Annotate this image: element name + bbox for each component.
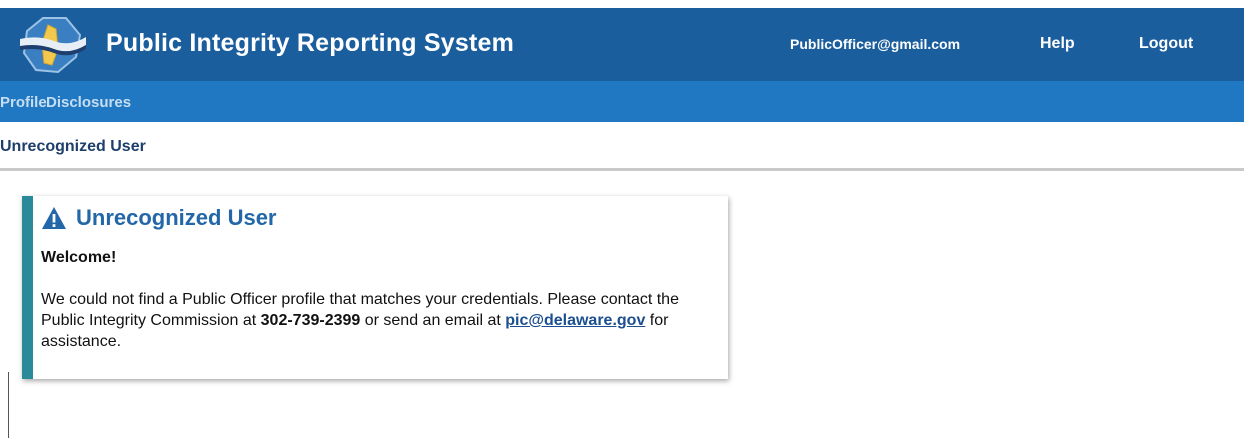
alert-heading: Unrecognized User bbox=[41, 205, 277, 231]
contact-email-link[interactable]: pic@delaware.gov bbox=[505, 312, 645, 329]
help-link[interactable]: Help bbox=[1040, 35, 1075, 53]
contact-phone: 302-739-2399 bbox=[260, 312, 361, 329]
left-divider bbox=[8, 372, 9, 438]
nav-item-profile[interactable]: Profile bbox=[0, 94, 47, 111]
main-nav: Profile Disclosures bbox=[0, 81, 1244, 122]
alert-message: We could not find a Public Officer profi… bbox=[41, 289, 721, 352]
nav-item-disclosures[interactable]: Disclosures bbox=[46, 94, 131, 111]
message-text-2: or send an email at bbox=[360, 312, 506, 329]
page-title: Unrecognized User bbox=[0, 138, 146, 155]
warning-icon bbox=[42, 207, 66, 229]
alert-title: Unrecognized User bbox=[76, 205, 277, 230]
title-divider bbox=[0, 168, 1244, 171]
welcome-text: Welcome! bbox=[41, 249, 117, 266]
app-header: Public Integrity Reporting System Public… bbox=[0, 8, 1244, 81]
unrecognized-user-alert: Unrecognized User Welcome! We could not … bbox=[22, 196, 728, 379]
app-title: Public Integrity Reporting System bbox=[106, 29, 515, 57]
user-email: PublicOfficer@gmail.com bbox=[790, 36, 961, 52]
logout-link[interactable]: Logout bbox=[1139, 35, 1193, 53]
delaware-state-logo-icon bbox=[20, 17, 86, 74]
